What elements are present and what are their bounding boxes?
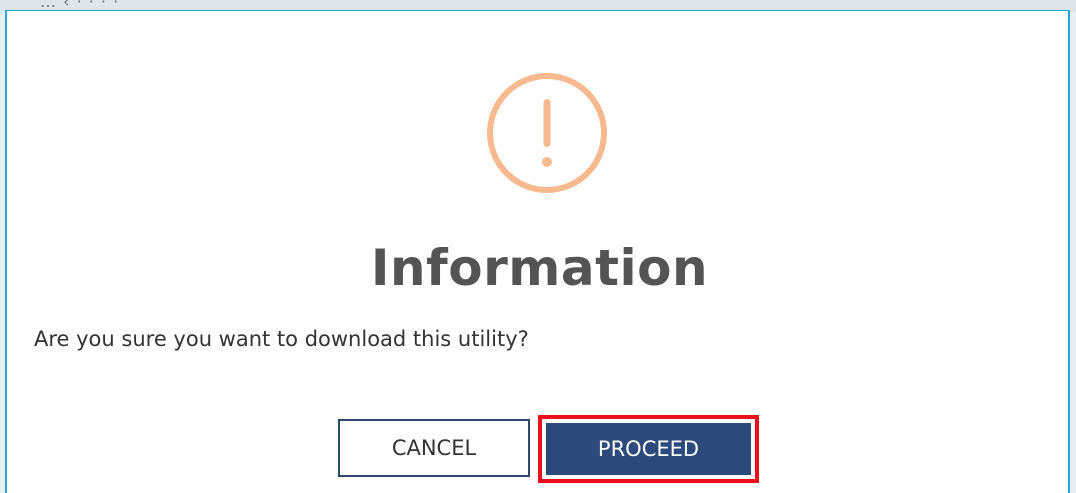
dialog-title: Information	[370, 239, 709, 297]
proceed-button[interactable]: PROCEED	[546, 423, 751, 475]
exclamation-circle-icon	[487, 73, 607, 193]
cancel-button[interactable]: CANCEL	[338, 419, 530, 477]
information-dialog: Information Are you sure you want to dow…	[5, 10, 1070, 493]
dialog-message: Are you sure you want to download this u…	[34, 327, 529, 351]
proceed-button-highlight: PROCEED	[538, 415, 759, 483]
